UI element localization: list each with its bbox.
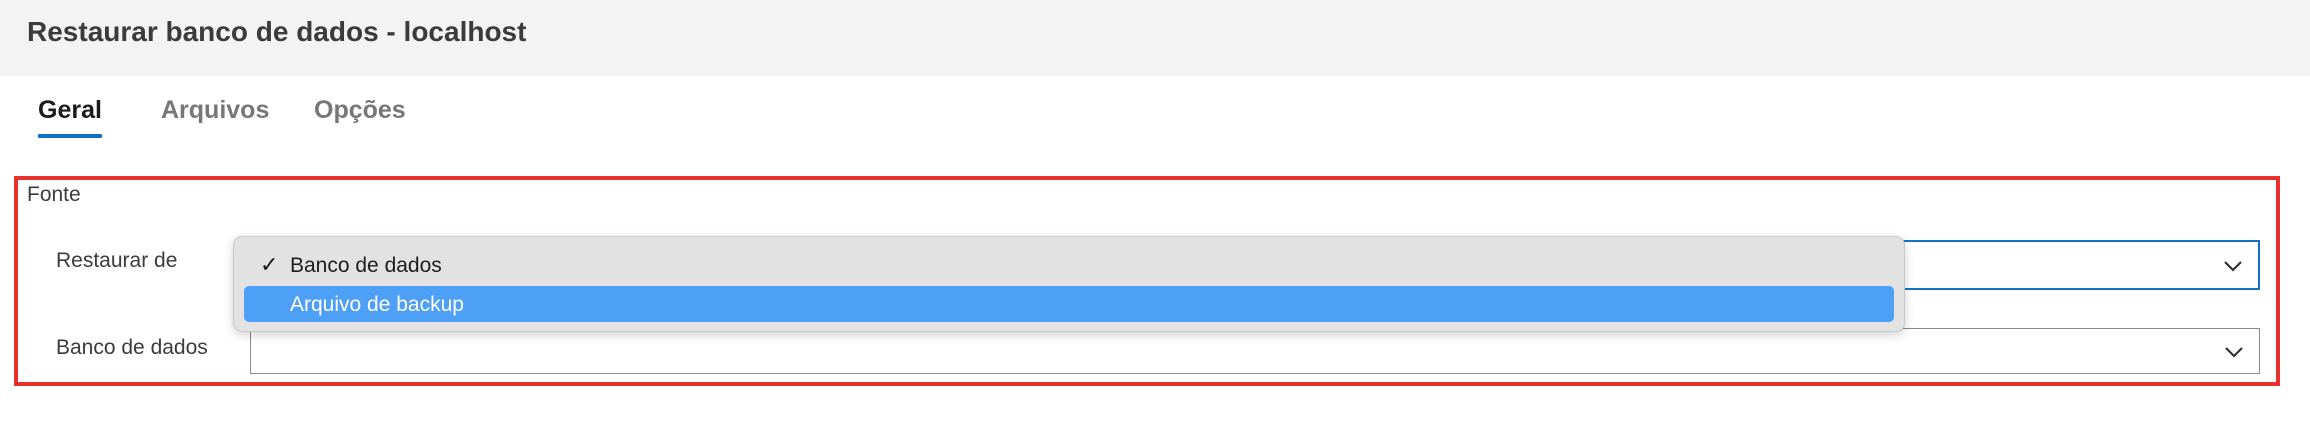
dropdown-option-arquivo-de-backup[interactable]: Arquivo de backup bbox=[244, 286, 1894, 322]
dialog-header: Restaurar banco de dados - localhost bbox=[0, 0, 2310, 76]
dropdown-option-banco-de-dados[interactable]: ✓ Banco de dados bbox=[244, 247, 1894, 283]
option-label: Arquivo de backup bbox=[290, 293, 464, 316]
tab-arquivos[interactable]: Arquivos bbox=[161, 96, 269, 125]
checkmark-icon: ✓ bbox=[260, 252, 279, 277]
tab-bar: Geral Arquivos Opções bbox=[0, 76, 2310, 140]
tab-geral[interactable]: Geral bbox=[38, 96, 102, 125]
option-label: Banco de dados bbox=[290, 254, 442, 277]
database-select[interactable] bbox=[250, 328, 2260, 374]
section-label-fonte: Fonte bbox=[27, 183, 81, 206]
database-label: Banco de dados bbox=[56, 336, 208, 359]
dialog-title: Restaurar banco de dados - localhost bbox=[27, 16, 527, 47]
restore-from-dropdown-menu: ✓ Banco de dados Arquivo de backup bbox=[233, 236, 1905, 332]
chevron-down-icon[interactable] bbox=[2223, 341, 2245, 363]
restore-from-label: Restaurar de bbox=[56, 249, 178, 272]
chevron-down-icon[interactable] bbox=[2222, 255, 2244, 277]
active-tab-indicator bbox=[38, 134, 102, 138]
restore-database-dialog: Restaurar banco de dados - localhost Ger… bbox=[0, 0, 2310, 422]
tab-opcoes[interactable]: Opções bbox=[314, 96, 406, 125]
